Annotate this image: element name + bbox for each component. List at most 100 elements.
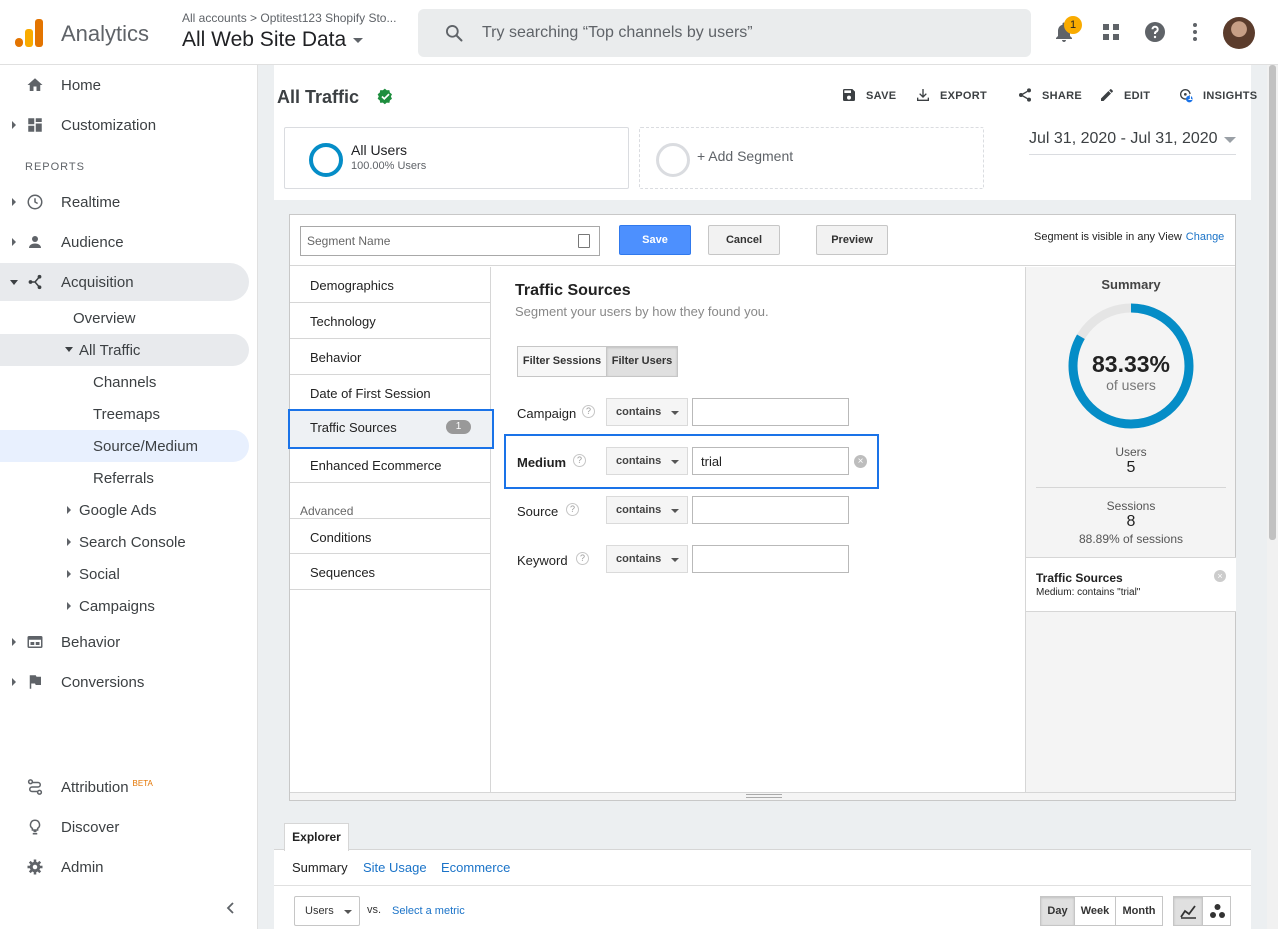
- segment-name-input[interactable]: [300, 226, 600, 256]
- sidebar-item-acquisition[interactable]: Acquisition: [0, 263, 249, 301]
- operator-dropdown[interactable]: contains: [606, 447, 688, 475]
- sidebar-item-audience[interactable]: Audience: [0, 223, 249, 261]
- operator-dropdown[interactable]: contains: [606, 398, 688, 426]
- select-metric-link[interactable]: Select a metric: [392, 905, 465, 917]
- caret-down-icon: [671, 460, 679, 464]
- operator-dropdown[interactable]: contains: [606, 545, 688, 573]
- remove-filter-icon[interactable]: ×: [1214, 570, 1226, 582]
- scrollbar-thumb[interactable]: [1269, 65, 1276, 540]
- tab-summary[interactable]: Summary: [292, 860, 348, 875]
- sidebar-item-google-ads[interactable]: Google Ads: [0, 494, 249, 526]
- sidebar-item-campaigns[interactable]: Campaigns: [0, 590, 249, 622]
- more-vert-icon[interactable]: [1183, 20, 1207, 44]
- search-bar[interactable]: Try searching “Top channels by users”: [418, 9, 1031, 57]
- view-selector[interactable]: All Web Site Data: [182, 28, 364, 52]
- sidebar-item-home[interactable]: Home: [0, 66, 249, 104]
- flag-icon: [29, 675, 41, 689]
- summary-percent: 83.33%: [1091, 351, 1170, 377]
- main-content: All Traffic SAVE EXPORT SHARE EDIT INSIG…: [258, 65, 1278, 929]
- line-chart-toggle[interactable]: [1173, 896, 1203, 926]
- source-value-input[interactable]: [692, 496, 849, 524]
- campaign-value-input[interactable]: [692, 398, 849, 426]
- category-label: Traffic Sources: [310, 420, 397, 435]
- sidebar-item-customization[interactable]: Customization: [0, 106, 249, 144]
- clear-filter-icon[interactable]: ×: [854, 455, 867, 468]
- tab-explorer[interactable]: Explorer: [284, 823, 349, 851]
- sidebar-item-overview[interactable]: Overview: [0, 302, 249, 334]
- tab-site-usage[interactable]: Site Usage: [363, 860, 427, 875]
- period-week-button[interactable]: Week: [1074, 896, 1116, 926]
- segment-card-all-users[interactable]: All Users 100.00% Users: [284, 127, 629, 189]
- page-title: All Traffic: [277, 87, 360, 107]
- sidebar-item-search-console[interactable]: Search Console: [0, 526, 249, 558]
- category-sequences[interactable]: Sequences: [290, 554, 491, 590]
- medium-value-input[interactable]: [692, 447, 849, 475]
- sidebar-item-social[interactable]: Social: [0, 558, 249, 590]
- action-label: INSIGHTS: [1203, 90, 1258, 102]
- category-demographics[interactable]: Demographics: [290, 267, 491, 303]
- sidebar-label: Social: [79, 566, 120, 583]
- preview-button[interactable]: Preview: [816, 225, 888, 255]
- sidebar-item-attribution[interactable]: Attribution BETA: [0, 768, 249, 806]
- avatar[interactable]: [1223, 17, 1255, 49]
- analytics-logo-icon[interactable]: [15, 18, 45, 48]
- sidebar-item-discover[interactable]: Discover: [0, 808, 249, 846]
- sidebar-label: Search Console: [79, 534, 186, 551]
- sidebar-item-all-traffic[interactable]: All Traffic: [0, 334, 249, 366]
- add-segment-card[interactable]: + Add Segment: [639, 127, 984, 189]
- category-label: Behavior: [310, 350, 362, 365]
- operator-value: contains: [616, 504, 662, 516]
- view-name: All Web Site Data: [182, 28, 347, 51]
- category-conditions[interactable]: Conditions: [290, 518, 491, 554]
- change-visibility-link[interactable]: Change: [1186, 231, 1225, 243]
- keyword-value-input[interactable]: [692, 545, 849, 573]
- help-circle-icon[interactable]: ?: [573, 454, 586, 467]
- summary-divider: [1036, 487, 1226, 488]
- caret-right-icon: [12, 678, 16, 686]
- period-day-button[interactable]: Day: [1040, 896, 1075, 926]
- category-label: Conditions: [310, 530, 372, 545]
- sidebar-item-admin[interactable]: Admin: [0, 848, 249, 886]
- sidebar-item-channels[interactable]: Channels: [0, 366, 249, 398]
- summary-title: Summary: [1101, 277, 1161, 292]
- help-circle-icon[interactable]: ?: [576, 552, 589, 565]
- cancel-button[interactable]: Cancel: [708, 225, 780, 255]
- editor-resize-bar[interactable]: [290, 792, 1235, 800]
- help-circle-icon[interactable]: ?: [566, 503, 579, 516]
- account-breadcrumb[interactable]: All accounts > Optitest123 Shopify Sto..…: [182, 11, 408, 25]
- primary-metric-dropdown[interactable]: Users: [294, 896, 360, 926]
- category-enhanced-ecommerce[interactable]: Enhanced Ecommerce: [290, 447, 491, 483]
- help-circle-icon[interactable]: ?: [582, 405, 595, 418]
- period-month-button[interactable]: Month: [1115, 896, 1163, 926]
- sidebar-item-source-medium[interactable]: Source/Medium: [0, 430, 249, 462]
- caret-right-icon: [67, 506, 71, 514]
- save-segment-button[interactable]: Save: [619, 225, 691, 255]
- divider: [274, 885, 1251, 886]
- segment-name: All Users: [351, 142, 408, 158]
- sidebar-label: Attribution: [61, 779, 129, 796]
- sidebar-item-conversions[interactable]: Conversions: [0, 663, 249, 701]
- help-icon[interactable]: [1143, 20, 1167, 44]
- motion-chart-toggle[interactable]: [1202, 896, 1231, 926]
- filter-users-button[interactable]: Filter Users: [606, 347, 677, 376]
- operator-dropdown[interactable]: contains: [606, 496, 688, 524]
- sidebar-item-treemaps[interactable]: Treemaps: [0, 398, 249, 430]
- apps-grid-icon[interactable]: [1099, 20, 1123, 44]
- category-behavior[interactable]: Behavior: [290, 339, 491, 375]
- collapse-sidebar-chevron-icon[interactable]: [224, 901, 238, 915]
- page-scrollbar[interactable]: [1267, 65, 1278, 929]
- category-date-of-first-session[interactable]: Date of First Session: [290, 375, 491, 411]
- tab-ecommerce[interactable]: Ecommerce: [441, 860, 510, 875]
- category-technology[interactable]: Technology: [290, 303, 491, 339]
- sidebar-item-realtime[interactable]: Realtime: [0, 183, 249, 221]
- sessions-percent: 88.89% of sessions: [1078, 532, 1184, 546]
- filter-scope-toggle: Filter Sessions Filter Users: [517, 346, 678, 377]
- date-range-picker[interactable]: Jul 31, 2020 - Jul 31, 2020: [1029, 130, 1236, 155]
- sessions-label: Sessions: [1106, 499, 1156, 513]
- sidebar-item-behavior[interactable]: Behavior: [0, 623, 249, 661]
- sidebar-item-referrals[interactable]: Referrals: [0, 462, 249, 494]
- brand-name[interactable]: Analytics: [61, 21, 149, 47]
- filter-sessions-button[interactable]: Filter Sessions: [518, 347, 606, 376]
- category-traffic-sources[interactable]: Traffic Sources 1: [288, 409, 494, 449]
- caret-down-icon: [10, 280, 18, 285]
